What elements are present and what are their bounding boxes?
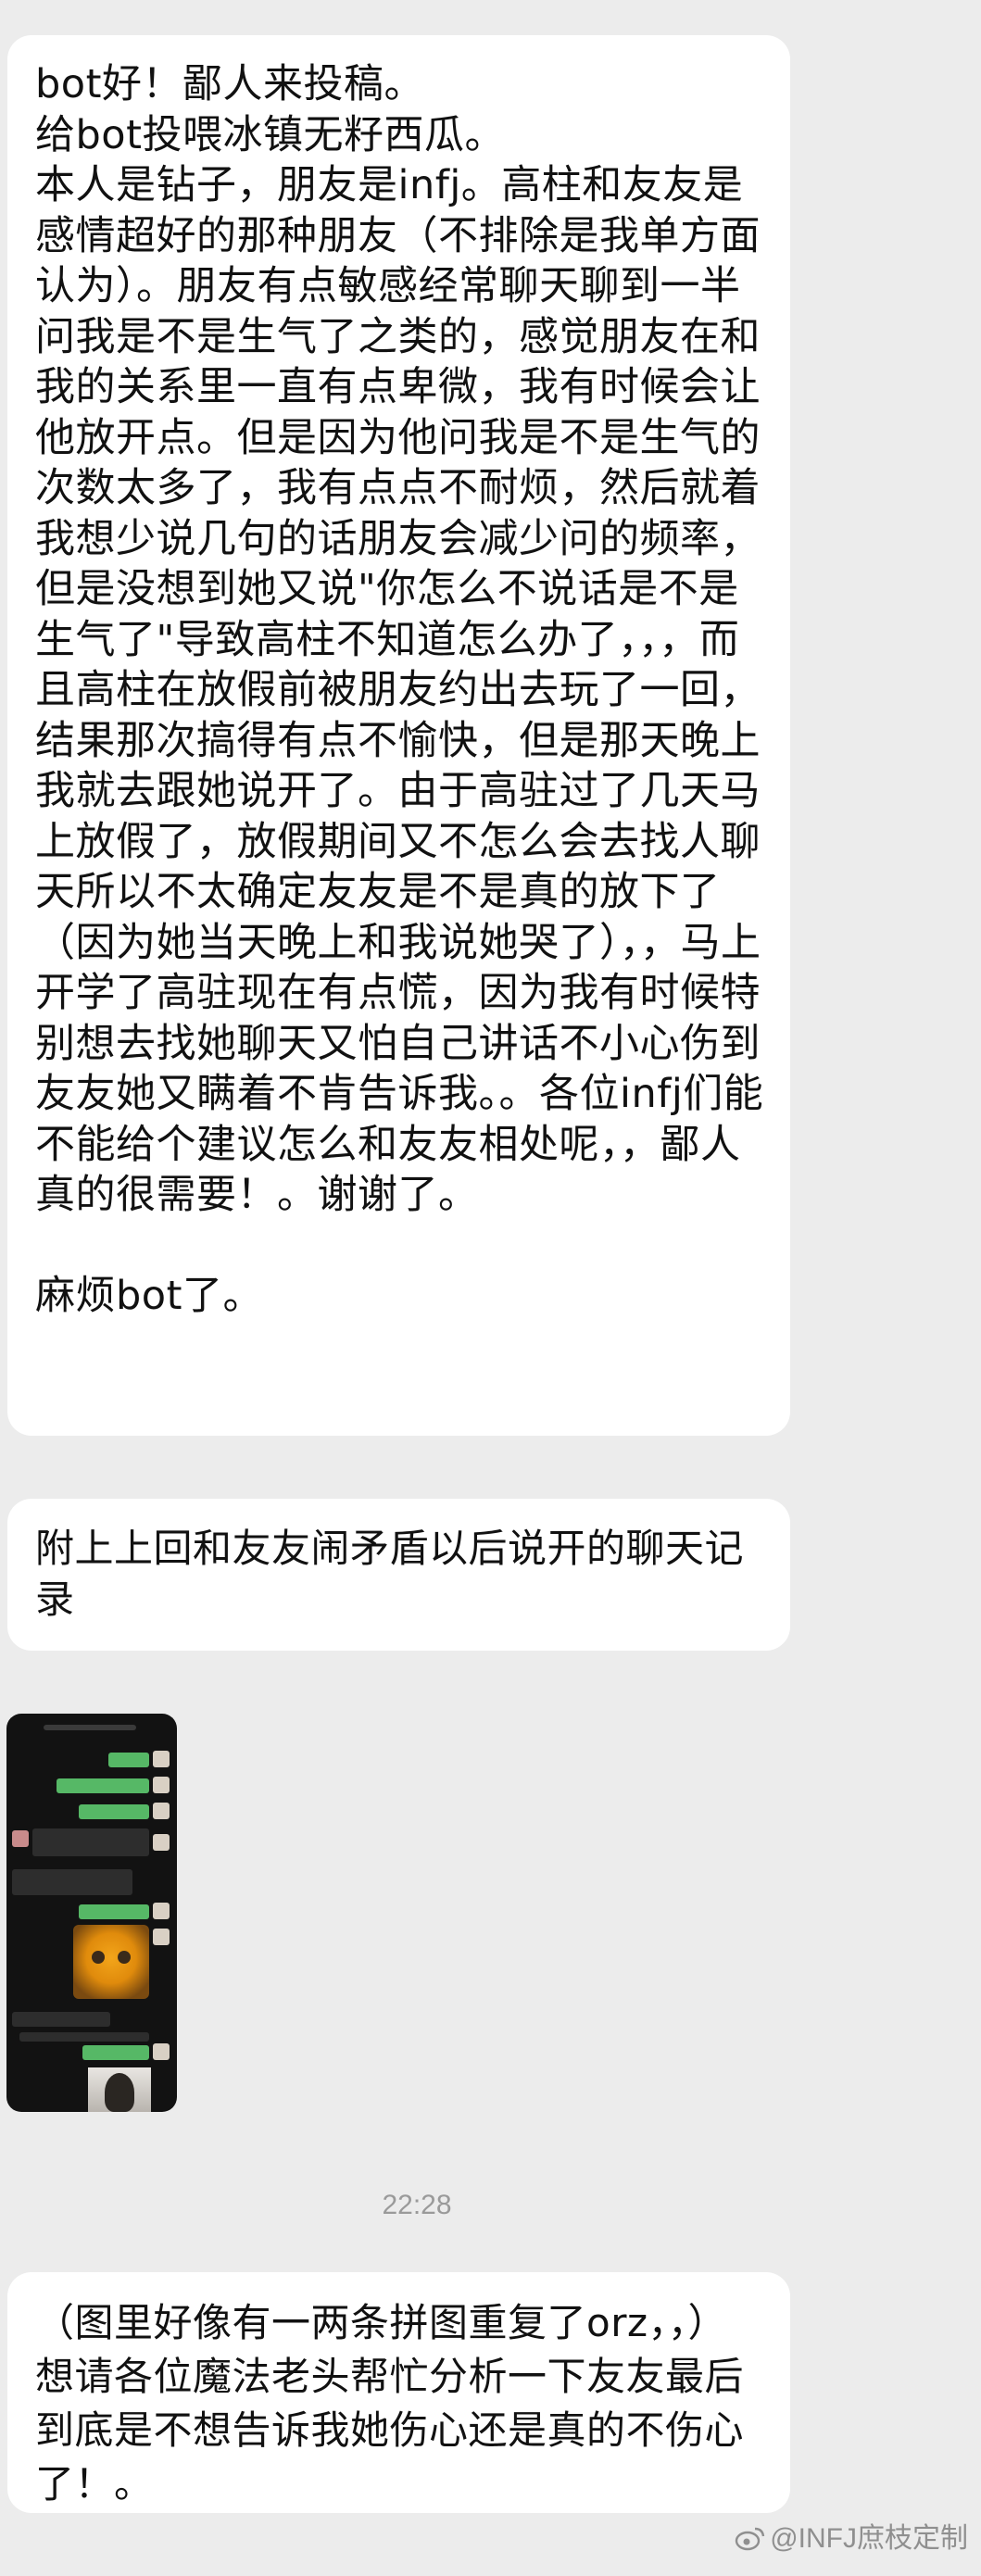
- thumb-message: [32, 1828, 149, 1856]
- thumb-photo: [88, 2067, 151, 2112]
- message-timestamp: 22:28: [382, 2190, 452, 2220]
- thumb-avatar: [153, 1903, 170, 1919]
- thumb-sticker: [73, 1925, 149, 1999]
- thumb-message: [19, 2032, 149, 2042]
- weibo-logo-icon: [735, 2525, 766, 2551]
- message-text-1: bot好！鄙人来投稿。 给bot投喂冰镇无籽西瓜。 本人是钻子，朋友是infj。…: [35, 61, 764, 1319]
- thumb-avatar: [153, 2043, 170, 2060]
- thumb-message: [82, 2045, 149, 2060]
- message-text-2: 附上上回和友友闹矛盾以后说开的聊天记录: [35, 1526, 745, 1622]
- thumb-message: [79, 1804, 149, 1819]
- thumb-message: [108, 1753, 149, 1767]
- message-bubble-2[interactable]: 附上上回和友友闹矛盾以后说开的聊天记录: [7, 1499, 790, 1651]
- message-bubble-1[interactable]: bot好！鄙人来投稿。 给bot投喂冰镇无籽西瓜。 本人是钻子，朋友是infj。…: [7, 35, 790, 1436]
- thumb-avatar: [153, 1834, 170, 1851]
- thumb-message: [12, 2012, 110, 2027]
- thumb-avatar: [153, 1777, 170, 1793]
- message-bubble-3[interactable]: （图里好像有一两条拼图重复了orz，，）想请各位魔法老头帮忙分析一下友友最后到底…: [7, 2272, 790, 2513]
- thumb-message: [79, 1904, 149, 1919]
- thumb-title-line: [44, 1725, 136, 1730]
- watermark-text: @INFJ庶枝定制: [770, 2523, 968, 2554]
- chat-screenshot-image[interactable]: [6, 1714, 177, 2112]
- thumb-avatar: [153, 1929, 170, 1945]
- message-text-3: （图里好像有一两条拼图重复了orz，，）想请各位魔法老头帮忙分析一下友友最后到底…: [35, 2300, 745, 2507]
- weibo-watermark: @INFJ庶枝定制: [735, 2515, 968, 2556]
- thumb-message: [12, 1869, 132, 1895]
- thumb-avatar: [12, 1830, 29, 1847]
- thumb-message: [57, 1778, 149, 1793]
- thumb-avatar: [153, 1751, 170, 1767]
- thumb-avatar: [153, 1803, 170, 1819]
